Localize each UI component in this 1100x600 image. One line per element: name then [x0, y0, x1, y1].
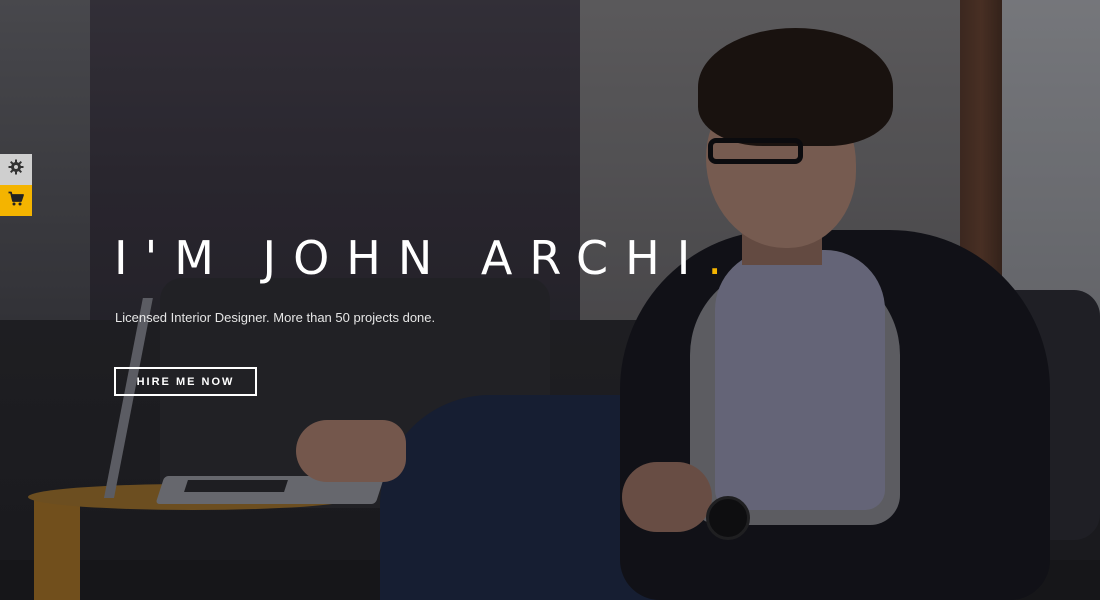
- cart-icon: [8, 191, 24, 211]
- cart-tab[interactable]: [0, 185, 32, 216]
- settings-tab[interactable]: [0, 154, 32, 185]
- hero-section: I'M JOHN ARCHI. Licensed Interior Design…: [0, 0, 1100, 600]
- hero-subtitle: Licensed Interior Designer. More than 50…: [115, 310, 436, 325]
- hero-title-accent-dot: .: [707, 231, 722, 285]
- gear-icon: [8, 159, 24, 180]
- background-overlay: [0, 0, 1100, 600]
- hire-me-button[interactable]: HIRE ME NOW: [114, 367, 257, 396]
- hero-title-text: I'M JOHN ARCHI: [114, 231, 708, 285]
- hero-title: I'M JOHN ARCHI.: [114, 230, 722, 286]
